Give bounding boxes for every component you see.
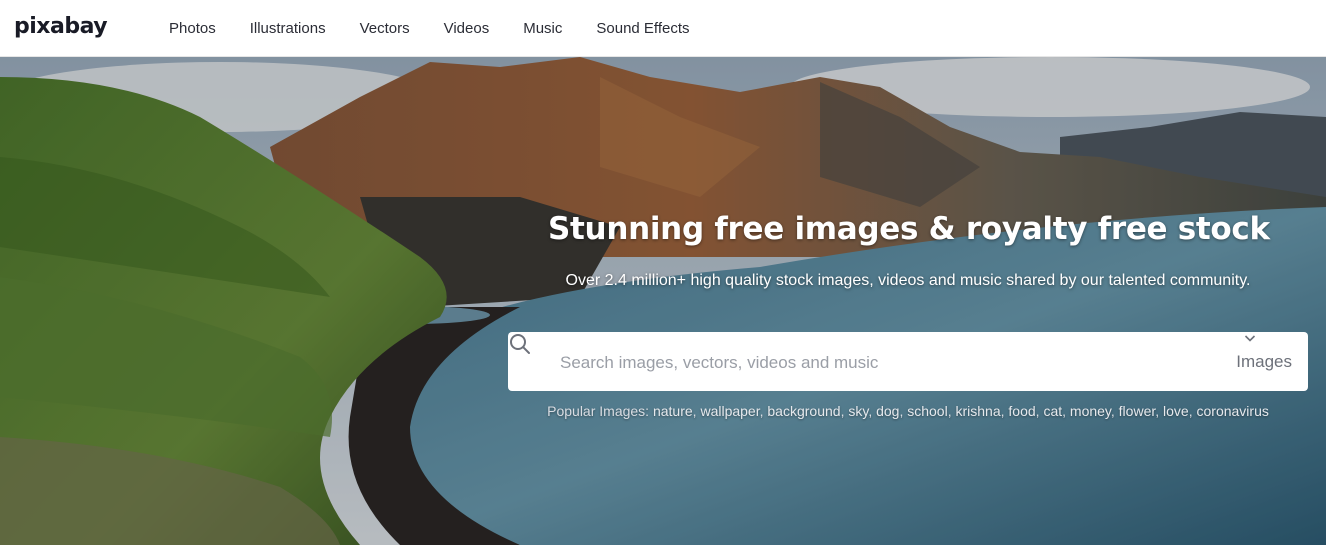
hero-section: Stunning free images & royalty free stoc… [0,57,1326,545]
popular-tag[interactable]: school [907,403,947,419]
popular-searches: Popular Images: nature, wallpaper, backg… [547,403,1269,419]
top-header: pixabay Photos Illustrations Vectors Vid… [0,0,1326,57]
popular-tag[interactable]: coronavirus [1197,403,1269,419]
main-nav: Photos Illustrations Vectors Videos Musi… [169,0,724,57]
chevron-down-icon [1245,335,1256,342]
popular-tag[interactable]: dog [876,403,899,419]
popular-tag[interactable]: wallpaper [700,403,759,419]
search-type-dropdown[interactable]: Images [1236,332,1292,391]
search-icon[interactable] [508,332,532,356]
popular-tag[interactable]: flower [1119,403,1156,419]
popular-label: Popular Images: [547,403,650,419]
search-input[interactable] [558,332,1182,393]
popular-tag[interactable]: food [1008,403,1035,419]
nav-item-music[interactable]: Music [523,20,562,37]
popular-tag[interactable]: sky [848,403,868,419]
pixabay-logo[interactable]: pixabay [14,12,108,42]
nav-item-sound-effects[interactable]: Sound Effects [596,20,689,37]
popular-tag[interactable]: background [767,403,840,419]
nav-item-videos[interactable]: Videos [444,20,490,37]
hero-headline: Stunning free images & royalty free stoc… [548,211,1270,247]
search-bar: Images [508,332,1308,393]
popular-tag[interactable]: cat [1043,403,1062,419]
nav-item-photos[interactable]: Photos [169,20,216,37]
search-type-label: Images [1236,351,1292,371]
popular-tag[interactable]: love [1163,403,1189,419]
popular-tag[interactable]: nature [653,403,693,419]
popular-tag[interactable]: money [1070,403,1111,419]
popular-tag[interactable]: krishna [955,403,1000,419]
nav-item-vectors[interactable]: Vectors [360,20,410,37]
hero-subline: Over 2.4 million+ high quality stock ima… [565,272,1251,289]
nav-item-illustrations[interactable]: Illustrations [250,20,326,37]
hero-dark-overlay [0,57,1326,545]
